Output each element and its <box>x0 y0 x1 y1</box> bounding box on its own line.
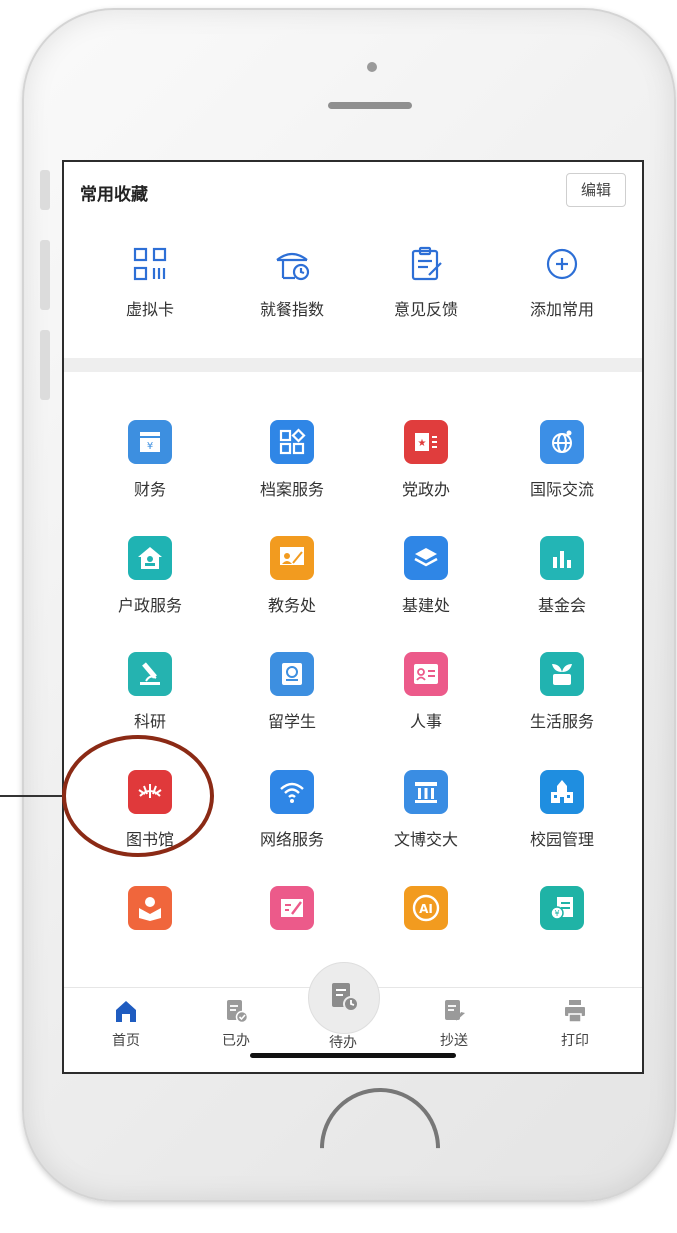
app-label: 教务处 <box>267 596 316 615</box>
fav-label: 添加常用 <box>529 300 594 319</box>
tab-cc[interactable]: 抄送 <box>409 998 499 1050</box>
tab-label: 首页 <box>112 1033 140 1049</box>
svg-text:¥: ¥ <box>147 441 153 452</box>
archive-icon <box>270 420 314 464</box>
app-infrastructure[interactable]: 基建处 <box>366 536 486 646</box>
tab-label: 待办 <box>329 1035 357 1051</box>
app-personnel[interactable]: 人事 <box>366 652 486 762</box>
campus-icon <box>540 770 584 814</box>
app-label: 网络服务 <box>259 830 324 849</box>
add-circle-icon <box>546 248 578 280</box>
volume-up-button <box>40 240 50 310</box>
app-label: 基建处 <box>401 596 450 615</box>
app-museum[interactable]: 文博交大 <box>366 770 486 880</box>
annotation-pointer-line <box>0 795 64 797</box>
home-indicator <box>250 1053 456 1058</box>
app-network-service[interactable]: 网络服务 <box>232 770 352 880</box>
edit-button[interactable]: 编辑 <box>566 173 626 207</box>
tab-home[interactable]: 首页 <box>81 998 171 1050</box>
app-label: 党政办 <box>401 480 450 499</box>
home-button <box>295 1063 465 1233</box>
app-international-students[interactable]: 留学生 <box>232 652 352 762</box>
bill-icon: ¥ <box>540 886 584 930</box>
ai-icon: AI <box>404 886 448 930</box>
teaching-icon <box>270 536 314 580</box>
mute-switch <box>40 170 50 210</box>
favorites-row: 虚拟卡 就餐指数 意见反馈 添加常用 <box>64 238 642 348</box>
app-label: 档案服务 <box>259 480 324 499</box>
dining-index-icon <box>276 252 310 281</box>
app-label: 生活服务 <box>529 712 594 731</box>
qr-card-icon <box>133 247 167 281</box>
app-label: 国际交流 <box>529 480 594 499</box>
favorites-header: 常用收藏 编辑 <box>64 162 642 218</box>
home-icon <box>116 1001 136 1022</box>
tab-todo[interactable]: 待办 <box>298 1032 388 1052</box>
todo-doc-icon <box>332 983 359 1012</box>
app-bill[interactable]: ¥ <box>502 886 622 996</box>
app-label: 基金会 <box>537 596 586 615</box>
app-campus-management[interactable]: 校园管理 <box>502 770 622 880</box>
print-icon <box>565 1000 585 1023</box>
section-divider <box>64 358 642 372</box>
earpiece-speaker <box>328 102 412 109</box>
bottom-tab-bar: 首页 已办 待办 抄送 打印 <box>64 962 642 1072</box>
done-doc-icon <box>227 1000 249 1024</box>
microscope-icon <box>128 652 172 696</box>
app-life-service[interactable]: 生活服务 <box>502 652 622 762</box>
center-tab-bubble <box>308 962 380 1034</box>
plant-icon <box>540 652 584 696</box>
tab-label: 抄送 <box>440 1033 468 1049</box>
app-party-office[interactable]: ★ 党政办 <box>366 420 486 530</box>
fav-item-feedback[interactable]: 意见反馈 <box>366 238 486 338</box>
app-screen: 常用收藏 编辑 虚拟卡 就餐指数 意见反馈 添加常用 ¥ 财务 档案服务 ★ 党… <box>62 160 644 1074</box>
app-label: 文博交大 <box>393 830 458 849</box>
id-card-icon <box>404 652 448 696</box>
fav-item-dining-index[interactable]: 就餐指数 <box>232 238 352 338</box>
cc-doc-icon <box>445 1000 465 1021</box>
app-finance[interactable]: ¥ 财务 <box>90 420 210 530</box>
favorites-title: 常用收藏 <box>80 185 148 205</box>
app-academic-affairs[interactable]: 教务处 <box>232 536 352 646</box>
front-camera <box>367 62 377 72</box>
app-label: 人事 <box>409 712 442 731</box>
app-label: 校园管理 <box>529 830 594 849</box>
app-label: 财务 <box>133 480 166 499</box>
app-label: 留学生 <box>267 712 316 731</box>
tab-done[interactable]: 已办 <box>191 998 281 1050</box>
annotation-highlight-circle <box>62 735 214 857</box>
app-label: 科研 <box>133 712 166 731</box>
app-household-service[interactable]: 户政服务 <box>90 536 210 646</box>
app-label: 户政服务 <box>117 596 182 615</box>
layers-icon <box>404 536 448 580</box>
wifi-icon <box>270 770 314 814</box>
fav-label: 意见反馈 <box>393 300 458 319</box>
note-edit-icon <box>270 886 314 930</box>
app-archive-service[interactable]: 档案服务 <box>232 420 352 530</box>
fav-label: 虚拟卡 <box>125 300 174 319</box>
fav-item-add-favorite[interactable]: 添加常用 <box>502 238 622 338</box>
tab-print[interactable]: 打印 <box>530 998 620 1050</box>
museum-icon <box>404 770 448 814</box>
student-book-icon <box>270 652 314 696</box>
app-international-exchange[interactable]: 国际交流 <box>502 420 622 530</box>
svg-text:AI: AI <box>419 902 433 916</box>
tab-label: 已办 <box>222 1033 250 1049</box>
svg-text:★: ★ <box>418 438 427 449</box>
app-reading[interactable] <box>90 886 210 996</box>
household-icon <box>128 536 172 580</box>
bar-chart-icon <box>540 536 584 580</box>
svg-text:¥: ¥ <box>554 909 559 918</box>
fav-item-virtual-card[interactable]: 虚拟卡 <box>90 238 210 338</box>
globe-icon <box>540 420 584 464</box>
app-ai[interactable]: AI <box>366 886 486 996</box>
volume-down-button <box>40 330 50 400</box>
party-office-icon: ★ <box>404 420 448 464</box>
fav-label: 就餐指数 <box>259 300 324 319</box>
reading-icon <box>128 886 172 930</box>
feedback-icon <box>411 246 442 281</box>
finance-icon: ¥ <box>128 420 172 464</box>
tab-label: 打印 <box>561 1033 589 1049</box>
app-foundation[interactable]: 基金会 <box>502 536 622 646</box>
